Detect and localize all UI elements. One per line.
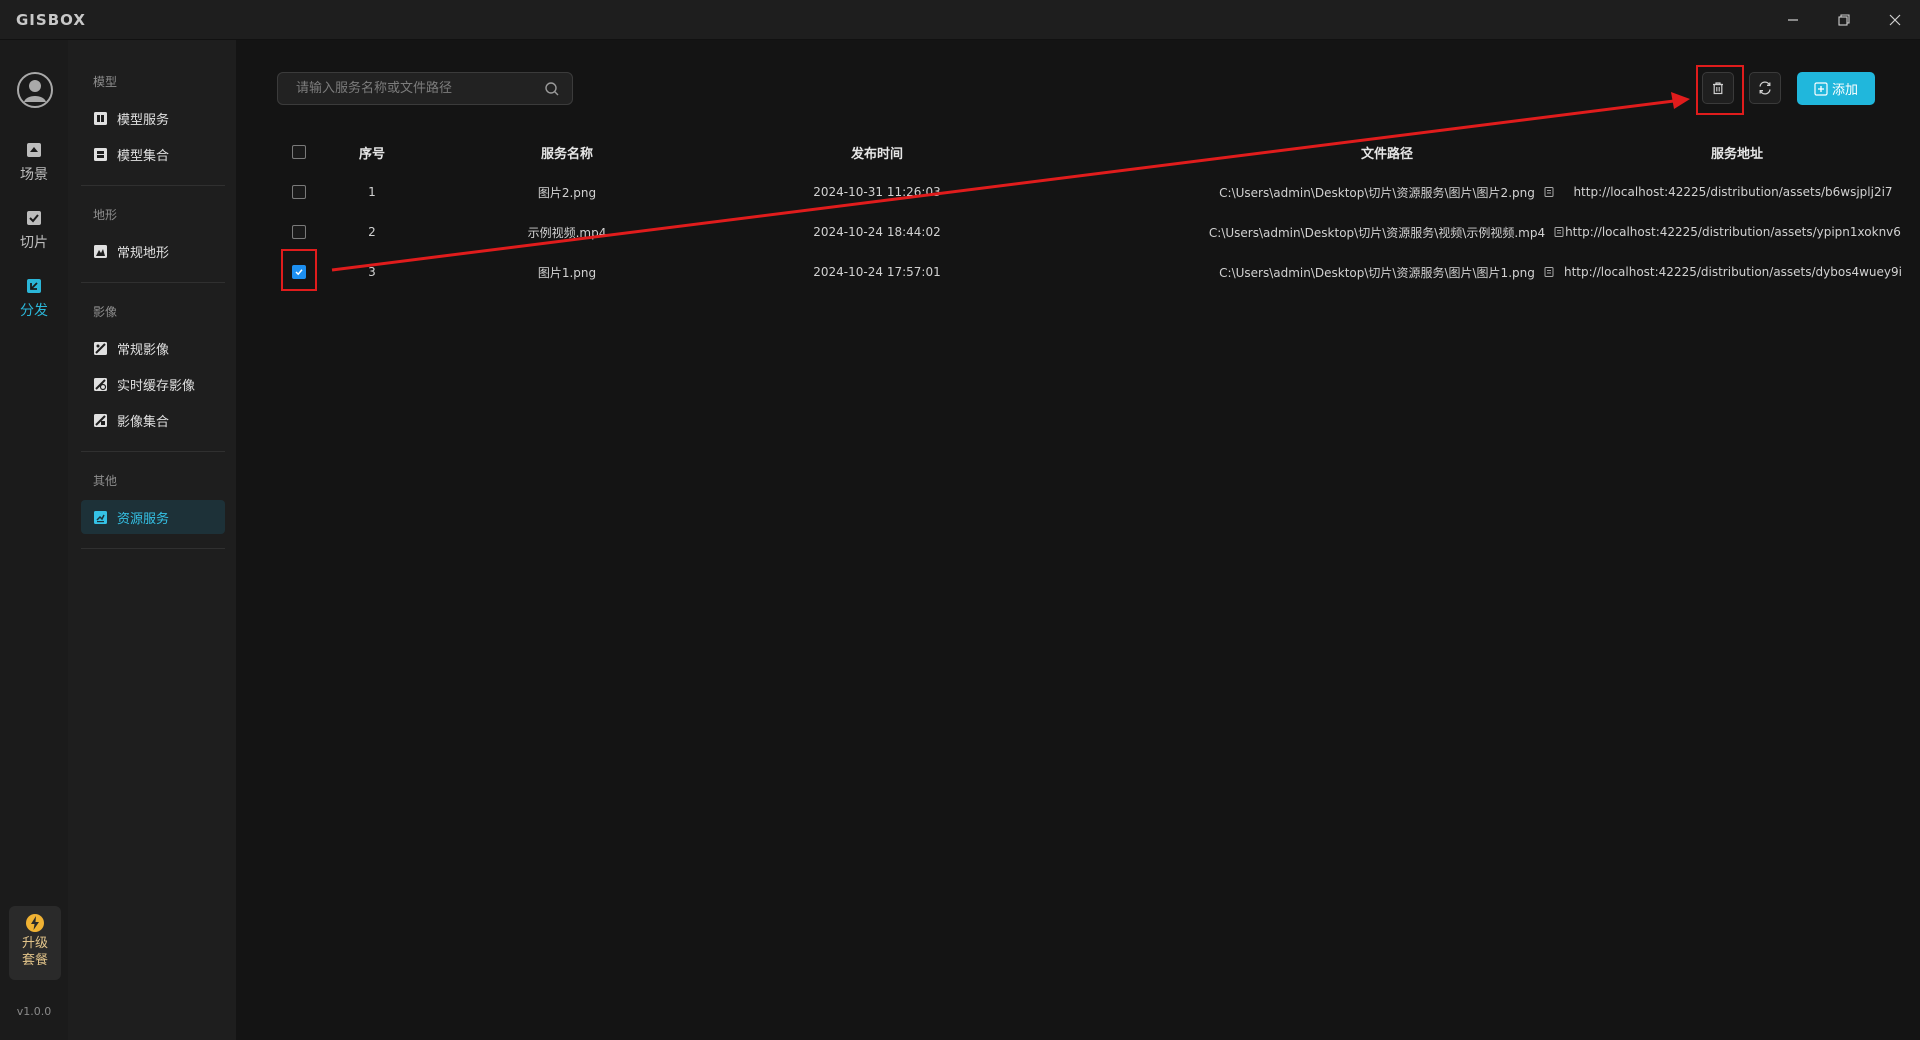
nav-item-label: 实时缓存影像 [117, 378, 196, 394]
nav-item-realtime-cache-imagery[interactable]: 实时缓存影像 [81, 367, 225, 401]
refresh-icon [1759, 81, 1771, 95]
row-url: http://localhost:42225/distribution/asse… [1564, 265, 1902, 279]
restore-icon [1838, 14, 1850, 26]
nav-item-resource-service[interactable]: 资源服务 [81, 500, 225, 534]
refresh-button[interactable] [1749, 72, 1781, 104]
search-box [277, 72, 573, 105]
trash-icon [1713, 82, 1723, 95]
header-index: 序号 [358, 146, 385, 162]
rail-item-distribute[interactable]: 分发 [0, 276, 68, 330]
nav-item-label: 常规影像 [117, 342, 170, 358]
select-all-checkbox[interactable] [292, 145, 306, 159]
nav-item-imagery-collection[interactable]: 影像集合 [81, 403, 225, 437]
imagery-icon [94, 341, 107, 355]
nav-item-label: 常规地形 [117, 245, 170, 261]
search-icon[interactable] [544, 81, 560, 97]
header-url: 服务地址 [1710, 146, 1763, 162]
header-time: 发布时间 [850, 146, 903, 162]
copy-path-icon[interactable] [1543, 266, 1555, 278]
restore-button[interactable] [1831, 8, 1857, 32]
realtime-imagery-icon [94, 377, 107, 391]
close-icon [1889, 14, 1901, 26]
scene-icon [27, 143, 41, 157]
copy-path-icon[interactable] [1543, 186, 1555, 198]
upgrade-label-line1: 升级 [21, 936, 48, 951]
header-name: 服务名称 [540, 146, 593, 162]
row-checkbox[interactable] [292, 185, 306, 199]
add-button[interactable]: 添加 [1797, 72, 1875, 105]
nav-item-label: 影像集合 [117, 414, 170, 430]
row-url: http://localhost:42225/distribution/asse… [1573, 185, 1893, 199]
row-path: C:\Users\admin\Desktop\切片\资源服务\图片\图片2.pn… [1219, 185, 1535, 200]
table-row[interactable]: 1 图片2.png 2024-10-31 11:26:03 C:\Users\a… [277, 172, 1893, 212]
nav-item-model-collection[interactable]: 模型集合 [81, 137, 225, 171]
table-row[interactable]: 2 示例视频.mp4 2024-10-24 18:44:02 C:\Users\… [277, 212, 1901, 252]
row-checkbox[interactable] [292, 225, 306, 239]
row-name: 示例视频.mp4 [527, 225, 607, 240]
group-title-imagery: 影像 [93, 305, 118, 319]
icon-rail: 场景 切片 分发 升级 套餐 v1.0.0 [0, 40, 68, 1040]
row-index: 2 [368, 225, 376, 239]
nav-item-label: 模型服务 [117, 112, 170, 128]
title-bar: GISBOX [0, 0, 1920, 40]
terrain-icon [94, 244, 107, 258]
user-avatar-icon[interactable] [16, 71, 54, 109]
row-name: 图片2.png [537, 185, 597, 200]
row-index: 1 [368, 185, 376, 199]
row-checkbox[interactable] [292, 265, 306, 279]
group-title-model: 模型 [93, 75, 118, 89]
nav-divider [81, 185, 225, 186]
row-time: 2024-10-24 17:57:01 [813, 265, 941, 279]
slice-icon [27, 211, 41, 225]
row-path: C:\Users\admin\Desktop\切片\资源服务\图片\图片1.pn… [1219, 265, 1535, 280]
row-index: 3 [368, 265, 376, 279]
nav-divider [81, 548, 225, 549]
row-time: 2024-10-31 11:26:03 [813, 185, 941, 199]
nav-item-terrain[interactable]: 常规地形 [81, 234, 225, 268]
rail-item-label: 分发 [20, 303, 48, 319]
close-button[interactable] [1882, 8, 1908, 32]
nav-item-imagery[interactable]: 常规影像 [81, 331, 225, 365]
upgrade-plan-button[interactable]: 升级 套餐 [9, 906, 61, 980]
row-name: 图片1.png [537, 265, 597, 280]
nav-divider [81, 282, 225, 283]
model-collection-icon [94, 147, 107, 161]
row-url: http://localhost:42225/distribution/asse… [1565, 225, 1901, 239]
copy-path-icon[interactable] [1553, 226, 1565, 238]
imagery-collection-icon [94, 413, 107, 427]
add-button-label: 添加 [1831, 83, 1858, 98]
add-icon [1814, 81, 1828, 96]
upgrade-label-line2: 套餐 [21, 953, 48, 968]
minimize-icon [1788, 19, 1798, 21]
sub-navigation: 模型 模型服务 模型集合 地形 常规地形 影像 常规影像 实时缓存影像 影像集合… [68, 40, 236, 1040]
rail-item-scene[interactable]: 场景 [0, 140, 68, 194]
nav-item-label: 资源服务 [117, 511, 170, 527]
resource-service-icon [94, 510, 107, 524]
nav-divider [81, 451, 225, 452]
delete-button[interactable] [1702, 72, 1734, 104]
distribute-icon [27, 279, 41, 293]
search-input[interactable] [294, 80, 544, 97]
checkmark-icon [295, 269, 303, 276]
table-row[interactable]: 3 图片1.png 2024-10-24 17:57:01 C:\Users\a… [277, 252, 1902, 292]
rail-item-label: 场景 [20, 167, 48, 183]
rail-item-label: 切片 [20, 235, 48, 251]
model-service-icon [94, 111, 107, 125]
row-time: 2024-10-24 18:44:02 [813, 225, 941, 239]
group-title-other: 其他 [93, 474, 118, 488]
app-brand: GISBOX [16, 11, 86, 29]
nav-item-label: 模型集合 [117, 148, 170, 164]
group-title-terrain: 地形 [93, 208, 118, 222]
lightning-icon [26, 914, 44, 932]
rail-item-slice[interactable]: 切片 [0, 208, 68, 262]
table-header: 序号 服务名称 发布时间 文件路径 服务地址 [277, 132, 1877, 172]
minimize-button[interactable] [1780, 8, 1806, 32]
nav-item-model-service[interactable]: 模型服务 [81, 101, 225, 135]
row-path: C:\Users\admin\Desktop\切片\资源服务\视频\示例视频.m… [1208, 225, 1546, 240]
version-label: v1.0.0 [16, 1005, 52, 1018]
